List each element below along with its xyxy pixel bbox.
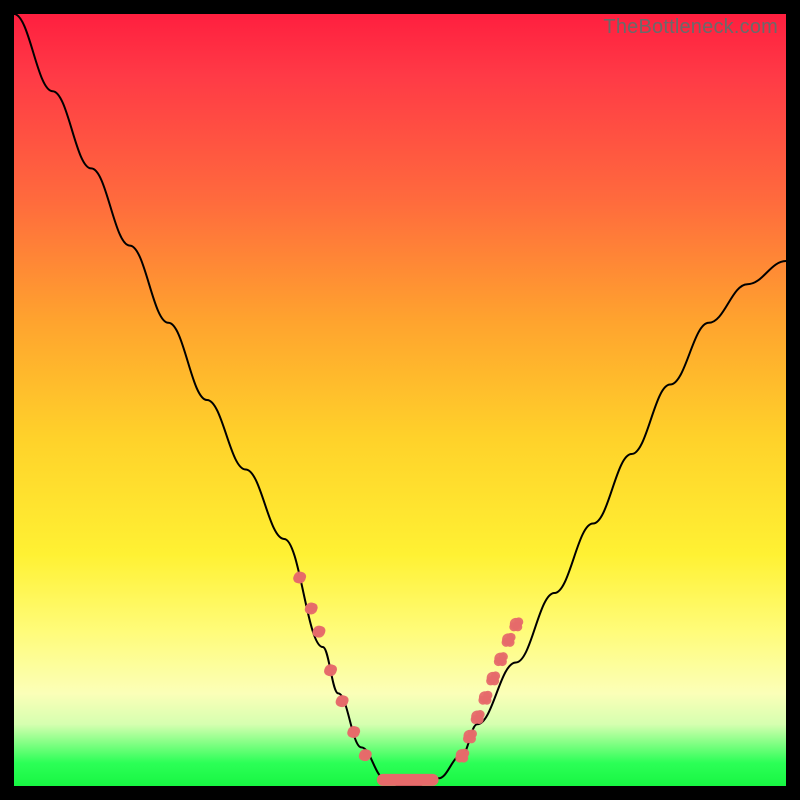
watermark-text: TheBottleneck.com <box>603 16 778 39</box>
gradient-background <box>14 14 786 786</box>
chart-frame: TheBottleneck.com <box>14 14 786 786</box>
